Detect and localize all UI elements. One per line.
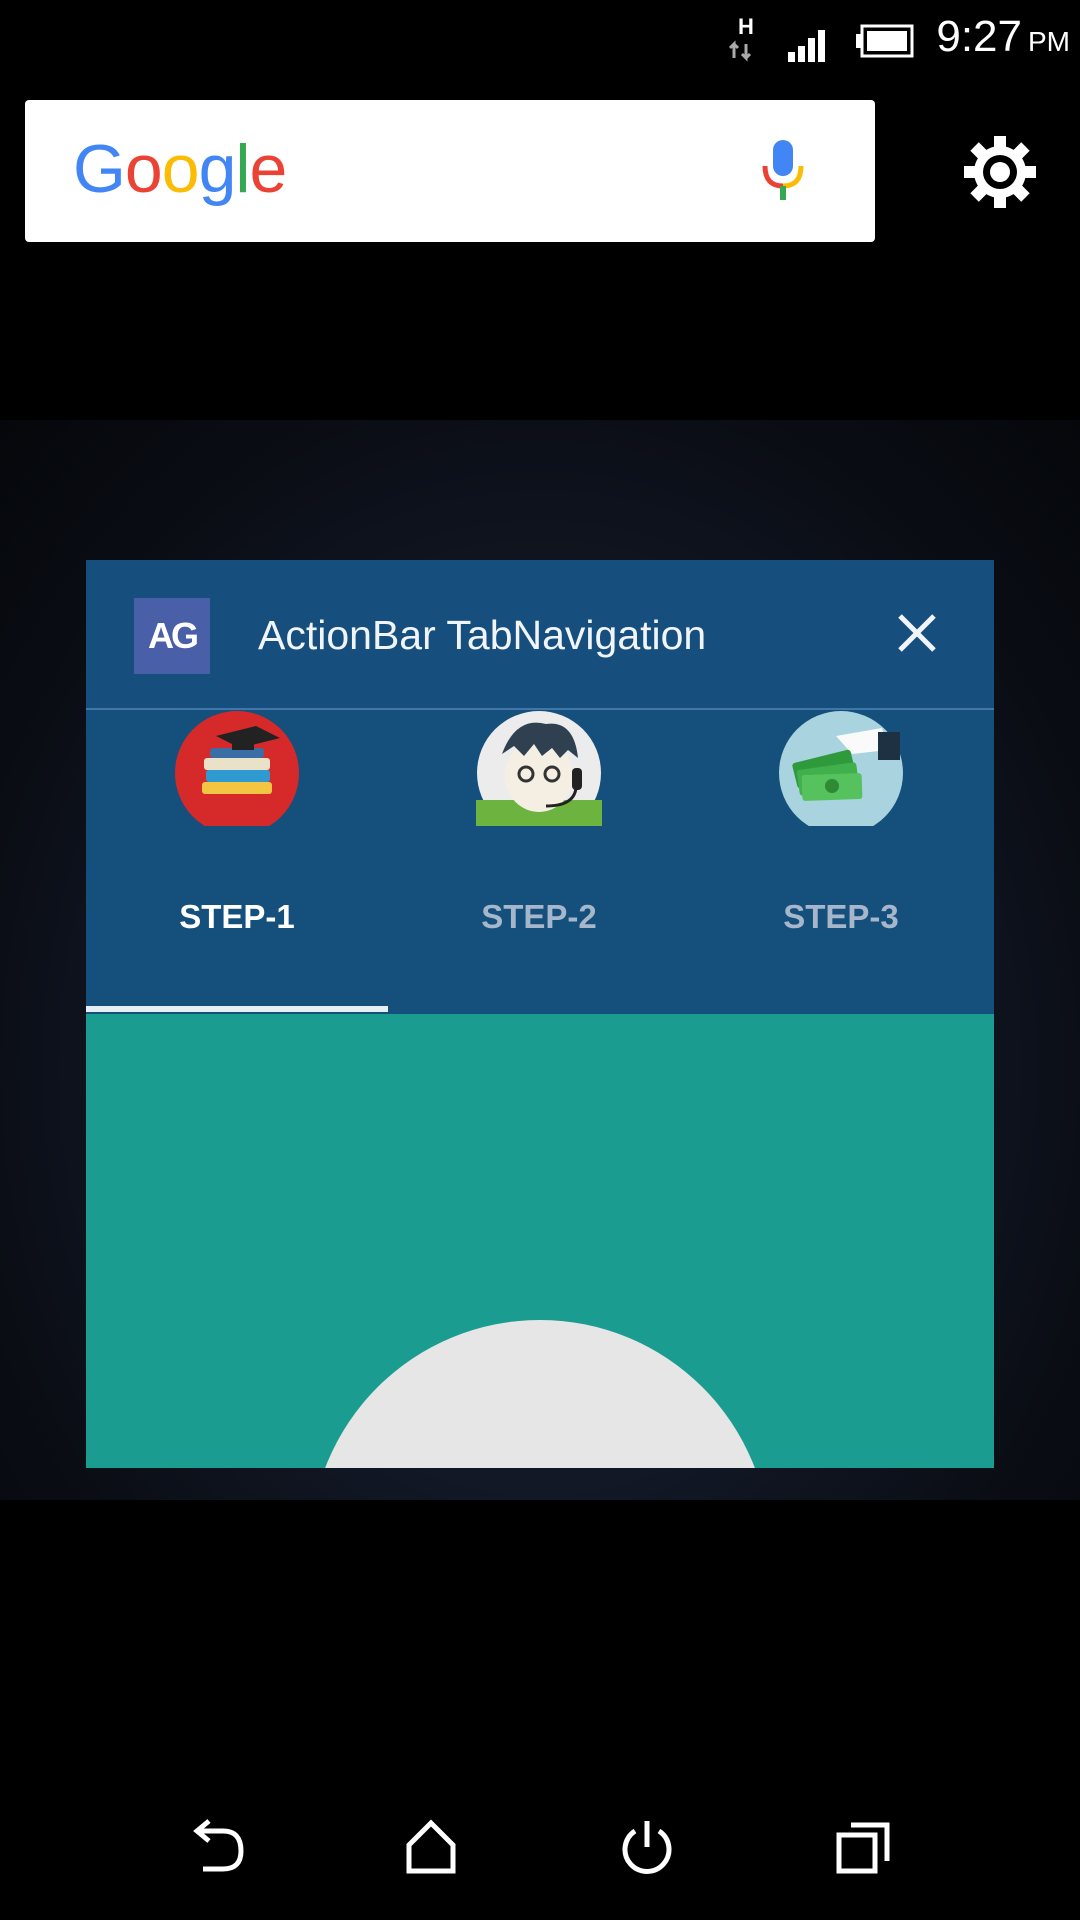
close-icon[interactable] (894, 610, 940, 661)
ampm-text: PM (1028, 26, 1070, 57)
network-type-text: H (738, 14, 754, 39)
status-time: 9:27 PM (936, 12, 1070, 62)
card-content (86, 1014, 994, 1468)
recent-app-card[interactable]: AG ActionBar TabNavigation STEP-1 STEP-2… (86, 560, 994, 1468)
back-icon[interactable] (182, 1812, 252, 1882)
card-header: AG ActionBar TabNavigation (86, 560, 994, 710)
power-icon[interactable] (612, 1812, 682, 1882)
google-logo-text: Google (73, 131, 287, 207)
app-icon: AG (134, 598, 210, 674)
status-bar: H 9:27 PM (0, 0, 1080, 80)
books-graduation-icon (174, 710, 300, 826)
status-icons: H (720, 10, 920, 70)
tab-step-2[interactable]: STEP-2 (388, 710, 690, 1014)
google-logo: Google (73, 130, 287, 208)
content-circle (310, 1320, 770, 1468)
signal-icon: H (728, 14, 914, 62)
tab-indicator (86, 1006, 388, 1012)
tab-step-3[interactable]: STEP-3 (690, 710, 992, 1014)
time-text: 9:27 (936, 12, 1022, 61)
gear-icon[interactable] (960, 132, 1040, 217)
app-title: ActionBar TabNavigation (258, 612, 707, 658)
tab-label: STEP-3 (783, 898, 899, 935)
home-icon[interactable] (396, 1812, 466, 1882)
tab-label: STEP-1 (179, 898, 295, 935)
tab-bar: STEP-1 STEP-2 STEP-3 (86, 710, 994, 1014)
navigation-bar (0, 1790, 1080, 1900)
money-hand-icon (778, 710, 904, 826)
support-agent-icon (476, 710, 602, 826)
recents-icon[interactable] (828, 1812, 898, 1882)
mic-icon[interactable] (760, 138, 806, 209)
google-search-widget[interactable]: Google (25, 100, 875, 242)
tab-step-1[interactable]: STEP-1 (86, 710, 388, 1014)
tab-label: STEP-2 (481, 898, 597, 935)
